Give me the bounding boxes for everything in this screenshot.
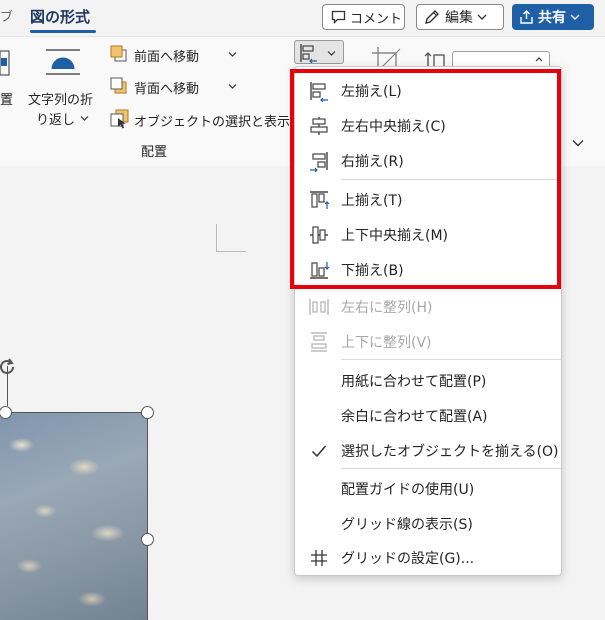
menu-item-distribute-horizontally: 左右に整列(H) (295, 289, 561, 323)
check-icon (311, 445, 327, 458)
chevron-down-icon[interactable] (228, 83, 237, 90)
menu-item-label: 配置ガイドの使用(U) (341, 482, 475, 498)
menu-item-label: 左揃え(L) (341, 84, 402, 100)
align-top-icon (310, 191, 330, 209)
share-button-label: 共有 (538, 10, 566, 26)
chevron-down-icon (327, 51, 336, 56)
menu-item-distribute-vertically: 上下に整列(V) (295, 324, 561, 358)
rotate-handle-icon[interactable] (0, 356, 18, 378)
margin-corner-mark (216, 224, 246, 252)
distribute-horizontal-icon (309, 299, 329, 315)
wrap-text-label-2[interactable]: り返し (36, 109, 75, 128)
menu-separator (341, 179, 561, 180)
menu-item-label: グリッドの設定(G)... (341, 551, 475, 567)
menu-item-align-to-page[interactable]: 用紙に合わせて配置(P) (295, 363, 561, 397)
grid-icon (311, 550, 327, 566)
selected-picture[interactable] (0, 412, 147, 620)
arrange-group-label: 配置 (141, 145, 168, 160)
menu-item-label: 余白に合わせて配置(A) (341, 409, 488, 425)
resize-handle-right[interactable] (141, 533, 154, 546)
comment-button-label: コメント (350, 11, 403, 27)
wrap-text-icon[interactable] (44, 47, 82, 77)
comment-icon (331, 10, 346, 24)
edit-button-label: 編集 (445, 10, 473, 26)
menu-item-label: 上揃え(T) (341, 193, 403, 209)
menu-item-label: グリッド線の表示(S) (341, 517, 473, 533)
active-tab-indicator (30, 30, 96, 33)
spinner-up-icon[interactable] (535, 56, 543, 62)
chevron-down-icon[interactable] (228, 51, 237, 58)
align-center-icon (310, 117, 328, 135)
align-left-icon (310, 82, 328, 102)
menu-item-label: 選択したオブジェクトを揃える(O) (341, 444, 559, 460)
align-bottom-icon (310, 262, 330, 279)
ribbon-tab-bar: ブ 図の形式 コメント 編集 共有 (0, 0, 605, 36)
align-middle-icon (310, 226, 328, 244)
align-right-icon (310, 152, 328, 172)
menu-item-label: 左右に整列(H) (341, 300, 433, 316)
edit-mode-button[interactable]: 編集 (416, 4, 504, 30)
menu-item-align-to-margin[interactable]: 余白に合わせて配置(A) (295, 398, 561, 432)
align-left-icon (300, 44, 317, 63)
tab-picture-format[interactable]: 図の形式 (30, 6, 90, 27)
menu-item-align-top[interactable]: 上揃え(T) (295, 182, 561, 216)
comment-button[interactable]: コメント (322, 4, 405, 30)
align-button[interactable] (294, 40, 344, 64)
selection-pane-label[interactable]: オブジェクトの選択と表示 (134, 111, 290, 130)
chevron-down-icon[interactable] (572, 139, 584, 147)
menu-item-label: 上下中央揃え(M) (341, 228, 449, 244)
menu-item-use-alignment-guides[interactable]: 配置ガイドの使用(U) (295, 471, 561, 505)
menu-item-align-bottom[interactable]: 下揃え(B) (295, 252, 561, 286)
tab-partial[interactable]: ブ (0, 6, 13, 25)
send-backward-label[interactable]: 背面へ移動 (134, 78, 199, 97)
menu-item-align-center[interactable]: 左右中央揃え(C) (295, 108, 561, 142)
menu-item-view-gridlines[interactable]: グリッド線の表示(S) (295, 506, 561, 540)
menu-item-align-left[interactable]: 左揃え(L) (295, 73, 561, 107)
chevron-down-icon (80, 116, 89, 121)
menu-item-label: 用紙に合わせて配置(P) (341, 374, 487, 390)
pencil-icon (425, 10, 439, 24)
selection-border-top (0, 412, 147, 413)
menu-item-align-middle[interactable]: 上下中央揃え(M) (295, 217, 561, 251)
menu-item-align-selected-objects[interactable]: 選択したオブジェクトを揃える(O) (295, 433, 561, 467)
position-button-label[interactable]: 置 (0, 89, 13, 108)
bring-forward-icon[interactable] (110, 45, 128, 63)
align-dropdown-menu: 左揃え(L) 左右中央揃え(C) 右揃え(R) 上揃え(T) 上下中央揃え(M)… (294, 66, 562, 576)
position-icon[interactable] (0, 49, 10, 77)
wrap-text-label-1[interactable]: 文字列の折 (28, 89, 93, 108)
chevron-down-icon (570, 14, 580, 20)
menu-separator (341, 468, 561, 469)
bring-forward-label[interactable]: 前面へ移動 (134, 46, 199, 65)
share-button[interactable]: 共有 (512, 4, 594, 30)
distribute-vertical-icon (311, 332, 327, 352)
selection-pane-icon[interactable] (110, 109, 130, 129)
chevron-down-icon (477, 14, 487, 20)
menu-item-label: 左右中央揃え(C) (341, 119, 446, 135)
menu-item-label: 下揃え(B) (341, 263, 404, 279)
share-icon (520, 9, 533, 24)
selection-border-right (147, 412, 148, 620)
menu-item-label: 上下に整列(V) (341, 335, 432, 351)
resize-handle-top-right[interactable] (141, 406, 154, 419)
menu-item-grid-settings[interactable]: グリッドの設定(G)... (295, 540, 561, 574)
send-backward-icon[interactable] (110, 77, 128, 95)
menu-item-align-right[interactable]: 右揃え(R) (295, 143, 561, 177)
menu-separator (341, 359, 561, 360)
menu-item-label: 右揃え(R) (341, 154, 404, 170)
